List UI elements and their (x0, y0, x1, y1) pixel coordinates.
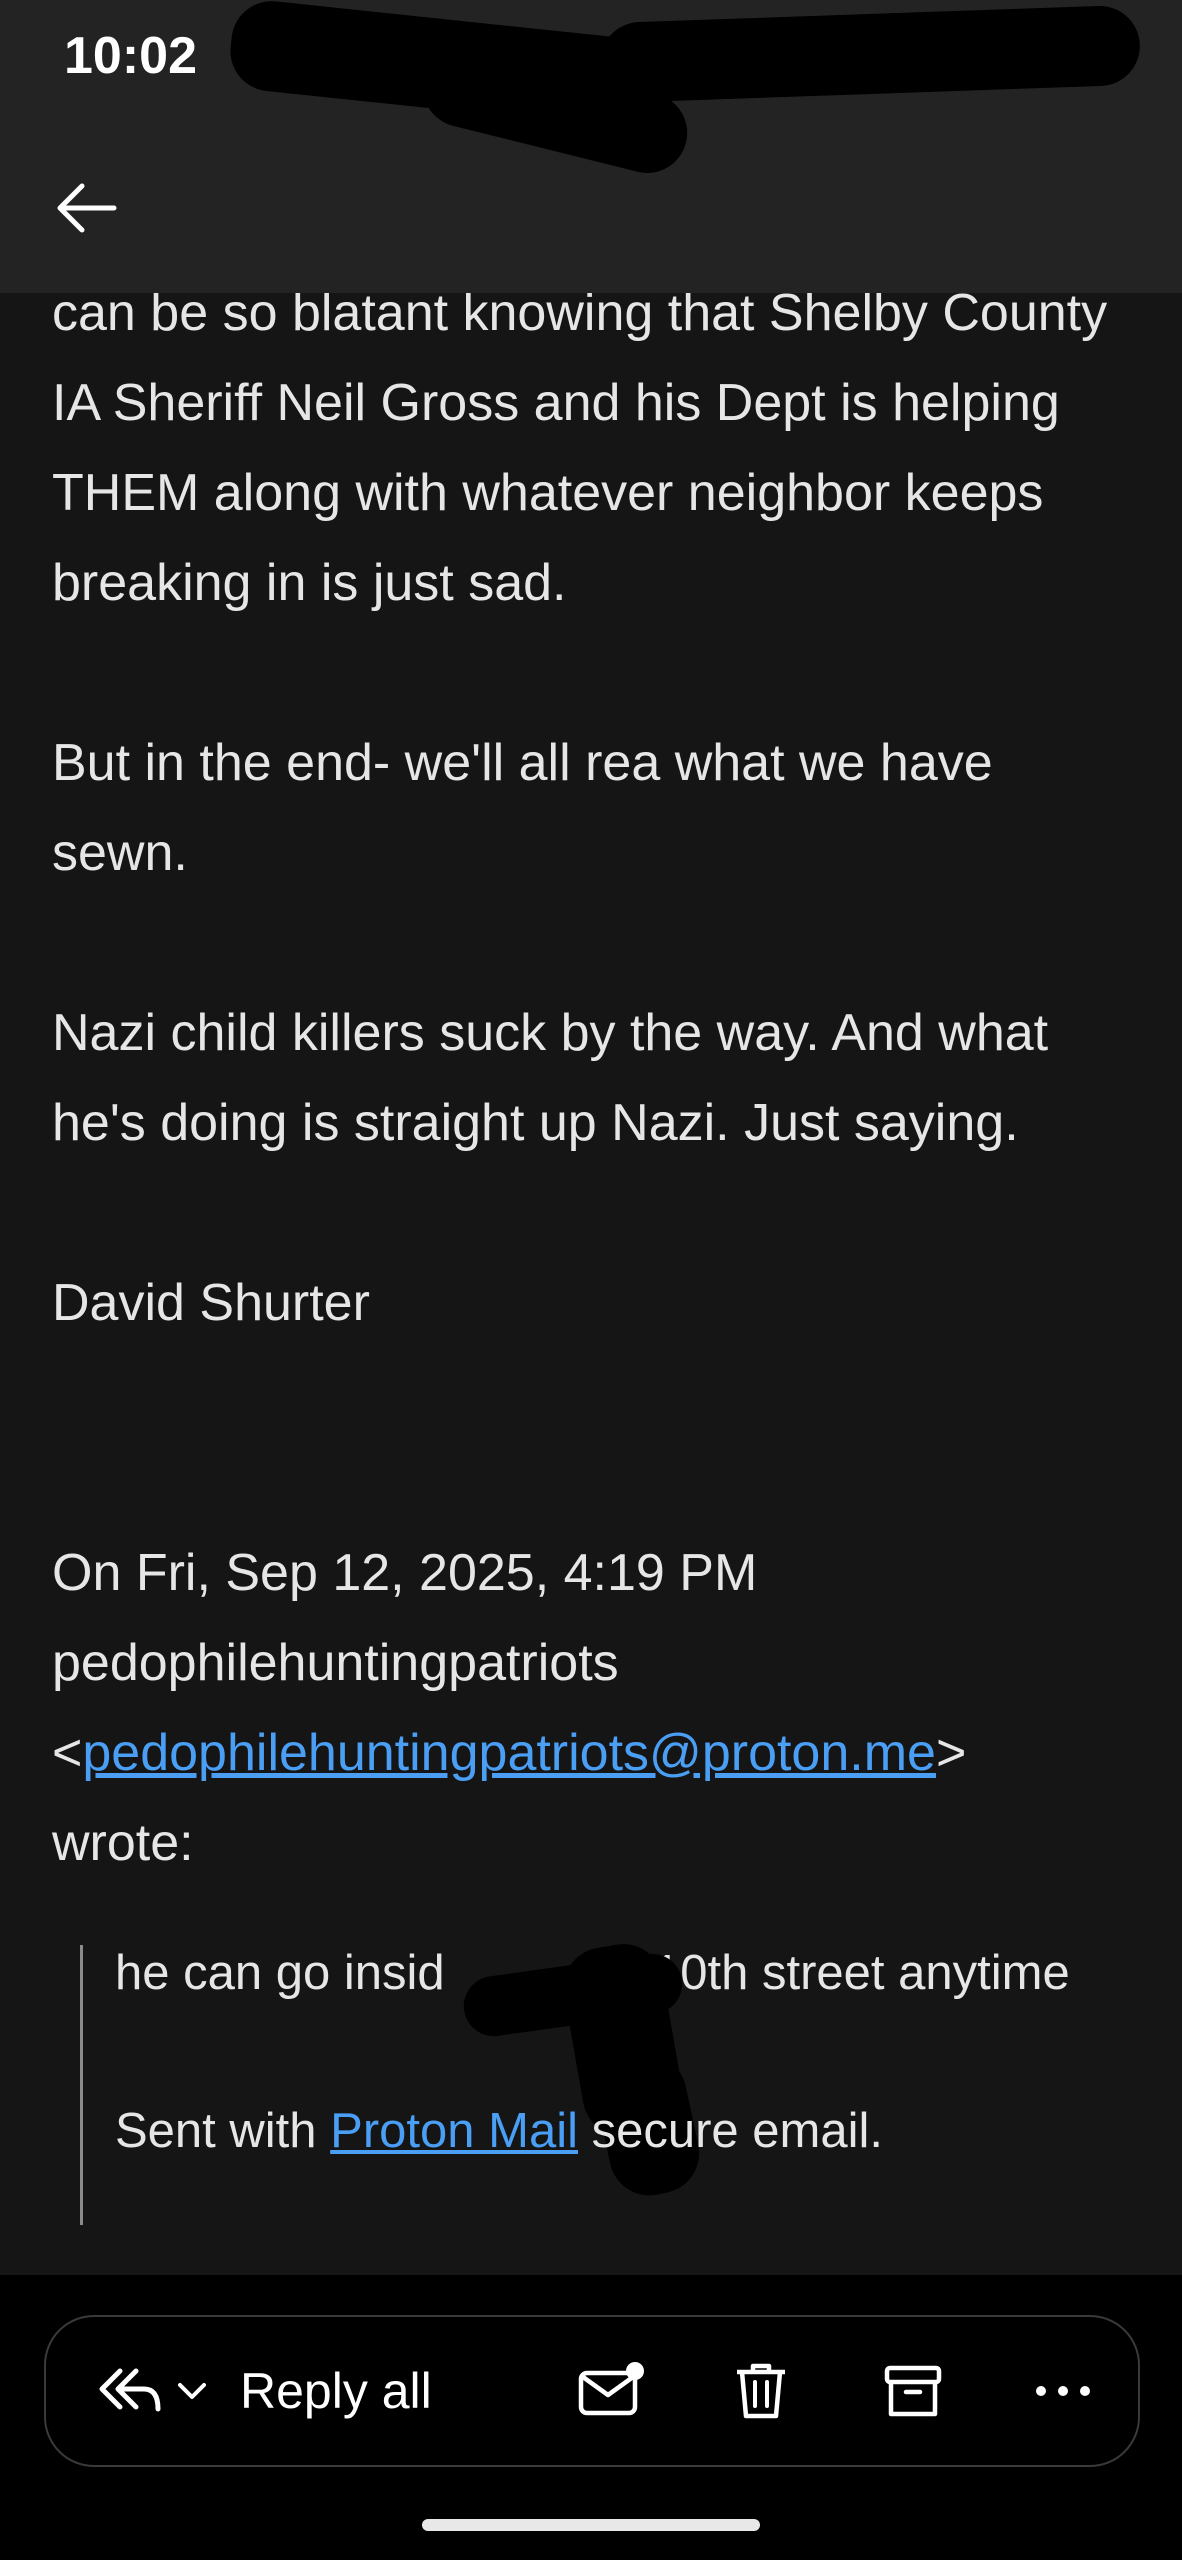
reply-all-label: Reply all (240, 2363, 432, 2419)
reply-all-button[interactable]: Reply all (96, 2317, 516, 2465)
trash-icon (737, 2363, 785, 2419)
quoted-signature: Sent with Proton Mail secure email. (115, 2103, 883, 2159)
reply-date: On Fri, Sep 12, 2025, 4:19 PM (52, 1544, 758, 1602)
chevron-down-icon[interactable] (172, 2371, 212, 2411)
quoted-message: he can go insid 10th street anytime Sent… (80, 1937, 1143, 2225)
home-indicator[interactable] (422, 2519, 760, 2531)
reply-all-icon (99, 2368, 161, 2412)
archive-icon (884, 2365, 942, 2417)
reply-sender-name: pedophilehuntingpatriots (52, 1634, 619, 1692)
quoted-text-start: he can go insid (115, 1946, 445, 2000)
delete-button[interactable] (706, 2317, 816, 2465)
sent-suffix: secure email. (578, 2104, 884, 2158)
back-button[interactable] (52, 168, 132, 248)
more-icon (1036, 2386, 1090, 2396)
mark-unread-icon (578, 2362, 644, 2416)
redaction-mark (598, 4, 1142, 104)
status-time: 10:02 (64, 27, 197, 85)
top-bar: 10:02 (0, 0, 1182, 293)
quoted-text-end: 10th street anytime (653, 1946, 1070, 2000)
body-paragraph: can be so blatant knowing that Shelby Co… (52, 293, 1108, 612)
sent-prefix: Sent with (115, 2104, 331, 2158)
bracket: < (52, 1724, 83, 1782)
reply-header: On Fri, Sep 12, 2025, 4:19 PM pedophileh… (52, 1528, 1132, 1888)
body-paragraph: But in the end- we'll all rea what we ha… (52, 734, 993, 882)
sender-email-link[interactable]: pedophilehuntingpatriots@proton.me (82, 1724, 936, 1782)
reply-wrote: wrote: (52, 1814, 194, 1872)
archive-button[interactable] (858, 2317, 968, 2465)
proton-mail-link[interactable]: Proton Mail (330, 2104, 578, 2158)
signature: David Shurter (52, 1274, 370, 1332)
mark-unread-button[interactable] (556, 2317, 666, 2465)
more-button[interactable] (1008, 2317, 1118, 2465)
bracket: > (935, 1724, 967, 1782)
arrow-left-icon (57, 183, 117, 233)
body-paragraph: Nazi child killers suck by the way. And … (52, 1004, 1049, 1152)
action-toolbar: Reply all (44, 2315, 1140, 2467)
